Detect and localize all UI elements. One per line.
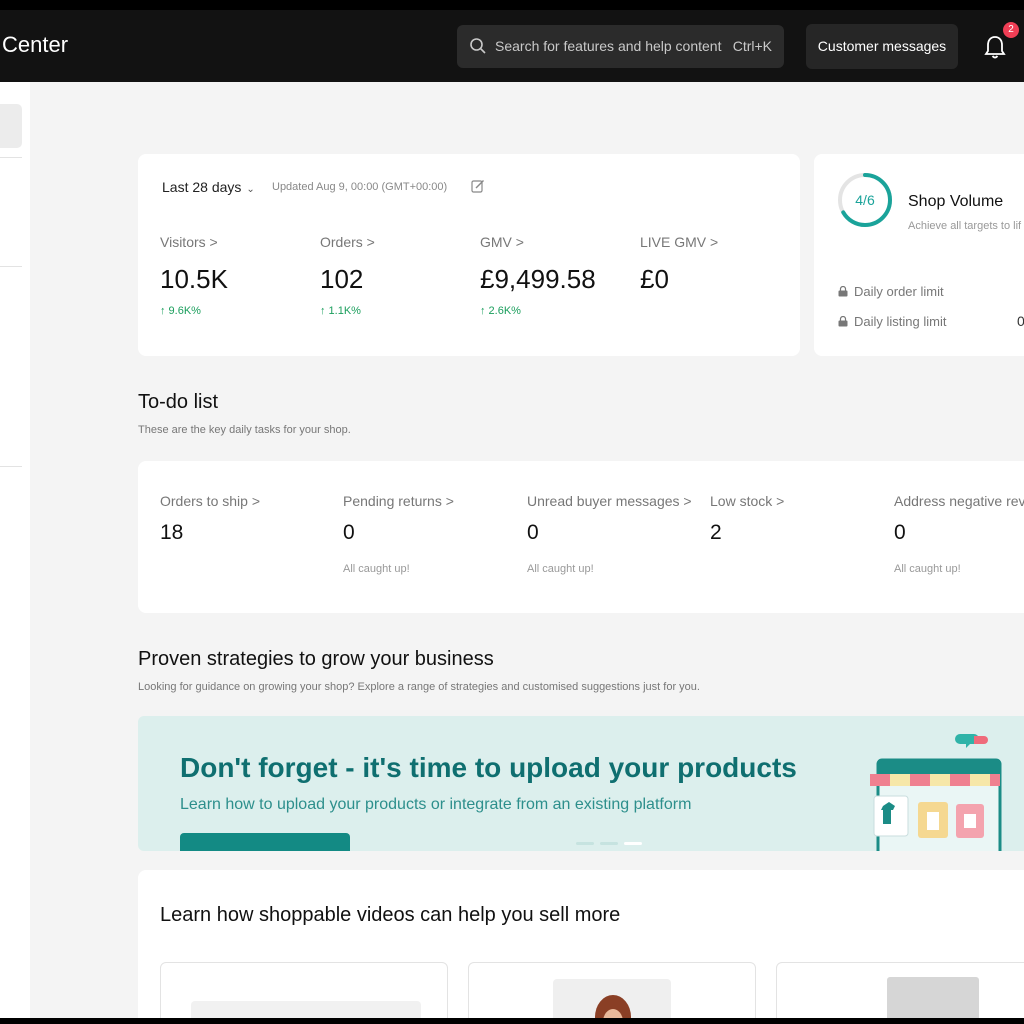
sidebar: [0, 82, 30, 1018]
shop-volume-subtitle: Achieve all targets to lif: [908, 220, 1022, 232]
edit-icon[interactable]: [471, 179, 485, 193]
video-card[interactable]: [160, 962, 448, 1018]
stat-label: LIVE GMV >: [640, 234, 719, 250]
app-screen: Center Search for features and help cont…: [0, 10, 1024, 1018]
stat-gmv[interactable]: GMV > £9,499.58 ↑ 2.6K%: [480, 234, 596, 317]
todo-value: 2: [710, 521, 722, 544]
stat-label: Orders >: [320, 234, 375, 250]
video-thumbnail: [191, 1001, 421, 1018]
todo-value: 18: [160, 521, 184, 544]
todo-label: Orders to ship >: [160, 493, 260, 509]
todo-unread-messages[interactable]: Unread buyer messages > 0 All caught up!: [527, 493, 692, 575]
todo-orders-to-ship[interactable]: Orders to ship > 18: [160, 493, 260, 563]
brand-title: Center: [2, 32, 69, 57]
video-card[interactable]: [776, 962, 1024, 1018]
updated-timestamp: Updated Aug 9, 00:00 (GMT+00:00): [272, 181, 448, 193]
stats-card: Last 28 days ⌄ Updated Aug 9, 00:00 (GMT+…: [138, 154, 800, 356]
todo-negative-reviews[interactable]: Address negative revie 0 All caught up!: [894, 493, 1024, 575]
search-placeholder: Search for features and help content: [495, 38, 722, 54]
banner-subline: Learn how to upload your products or int…: [180, 796, 692, 813]
stat-label: Visitors >: [160, 234, 218, 250]
todo-value: 0: [527, 521, 539, 544]
todo-value: 0: [343, 521, 355, 544]
lock-icon: [838, 316, 848, 327]
sidebar-item-active[interactable]: [0, 104, 22, 148]
todo-card: Orders to ship > 18 Pending returns > 0 …: [138, 461, 1024, 613]
storefront-illustration: [870, 734, 1002, 851]
todo-low-stock[interactable]: Low stock > 2: [710, 493, 784, 563]
customer-messages-button[interactable]: Customer messages: [806, 24, 958, 69]
shop-volume-title: Shop Volume: [908, 193, 1004, 210]
sidebar-divider: [0, 157, 22, 158]
todo-label: Low stock >: [710, 493, 785, 509]
limit-label: Daily order limit: [854, 284, 944, 299]
top-bar: Center Search for features and help cont…: [0, 10, 1024, 82]
todo-note: All caught up!: [527, 563, 594, 575]
carousel-dot[interactable]: [600, 842, 618, 845]
strategies-title: Proven strategies to grow your business: [138, 648, 494, 670]
stat-change: ↑ 2.6K%: [480, 305, 521, 317]
learn-title: Learn how shoppable videos can help you …: [160, 904, 621, 926]
sidebar-divider: [0, 466, 22, 467]
banner-cta-button[interactable]: [180, 833, 350, 851]
learn-card: Learn how shoppable videos can help you …: [138, 870, 1024, 1018]
search-input[interactable]: Search for features and help content Ctr…: [457, 25, 784, 68]
todo-title: To-do list: [138, 391, 219, 413]
strategies-subtitle: Looking for guidance on growing your sho…: [138, 681, 700, 693]
todo-subtitle: These are the key daily tasks for your s…: [138, 424, 351, 436]
date-range-label: Last 28 days: [162, 179, 242, 195]
daily-listing-limit: Daily listing limit: [838, 314, 946, 329]
search-icon: [470, 38, 486, 54]
carousel-dots[interactable]: [576, 832, 648, 850]
video-thumbnail: [887, 977, 979, 1018]
daily-order-limit: Daily order limit: [838, 284, 944, 299]
todo-note: All caught up!: [894, 563, 961, 575]
bell-icon[interactable]: [983, 34, 1007, 60]
notification-badge: 2: [1003, 22, 1019, 38]
stat-visitors[interactable]: Visitors > 10.5K ↑ 9.6K%: [160, 234, 228, 317]
date-range-dropdown[interactable]: Last 28 days ⌄: [162, 179, 255, 195]
limit-label: Daily listing limit: [854, 314, 947, 329]
stat-change: ↑ 9.6K%: [160, 305, 201, 317]
todo-pending-returns[interactable]: Pending returns > 0 All caught up!: [343, 493, 454, 575]
chevron-down-icon: ⌄: [246, 184, 255, 195]
listing-limit-value: 0: [1017, 313, 1024, 329]
stat-change: ↑ 1.1K%: [320, 305, 361, 317]
carousel-dot[interactable]: [576, 842, 594, 845]
stat-value: 102: [320, 264, 364, 294]
todo-note: All caught up!: [343, 563, 410, 575]
video-card[interactable]: [468, 962, 756, 1018]
search-shortcut: Ctrl+K: [732, 38, 772, 54]
todo-label: Address negative revie: [894, 493, 1024, 509]
stat-value: £9,499.58: [480, 264, 596, 294]
todo-label: Unread buyer messages >: [527, 493, 692, 509]
progress-text: 4/6: [855, 192, 875, 208]
sidebar-divider: [0, 266, 22, 267]
todo-label: Pending returns >: [343, 493, 454, 509]
stat-label: GMV >: [480, 234, 524, 250]
lock-icon: [838, 286, 848, 297]
stat-orders[interactable]: Orders > 102 ↑ 1.1K%: [320, 234, 375, 317]
banner-headline: Don't forget - it's time to upload your …: [180, 752, 797, 783]
promo-banner[interactable]: Don't forget - it's time to upload your …: [138, 716, 1024, 851]
stat-value: 10.5K: [160, 264, 228, 294]
todo-value: 0: [894, 521, 906, 544]
carousel-dot-active[interactable]: [624, 842, 642, 845]
stat-live-gmv[interactable]: LIVE GMV > £0: [640, 234, 718, 305]
shop-volume-card[interactable]: 4/6 Shop Volume Achieve all targets to l…: [814, 154, 1024, 356]
stat-value: £0: [640, 264, 669, 294]
video-thumbnail: [553, 979, 671, 1018]
